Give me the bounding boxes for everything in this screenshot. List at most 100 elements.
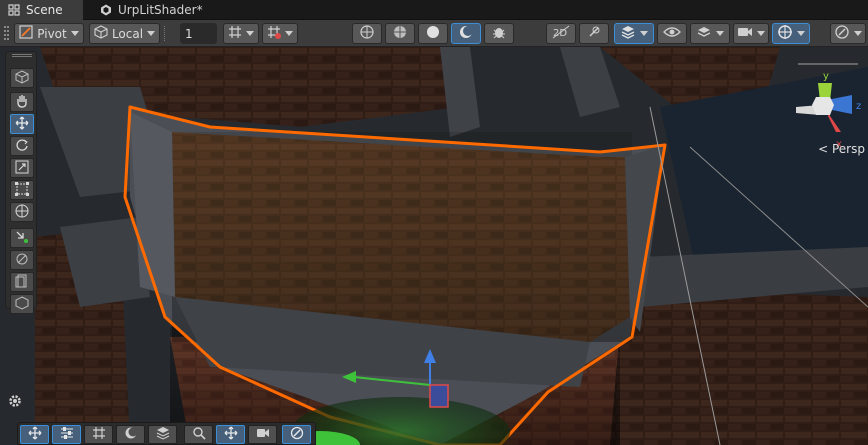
box-icon (15, 295, 29, 313)
bottom-transform-button[interactable] (216, 425, 245, 444)
bottom-search-button[interactable] (184, 425, 213, 444)
scale-icon (15, 160, 29, 177)
axis-y-label: y (823, 71, 829, 82)
gizmos-dropdown[interactable] (772, 23, 810, 44)
chevron-down-icon (797, 31, 805, 36)
transform-icon (15, 204, 29, 221)
projection-label[interactable]: < Persp (818, 142, 865, 156)
layers-icon (696, 24, 712, 43)
grid-icon (8, 4, 20, 16)
move-arrows-icon (28, 426, 42, 443)
2d-icon: 2D (552, 25, 570, 42)
pivot-dropdown[interactable]: Pivot (14, 23, 84, 44)
view-tool-button[interactable] (10, 68, 34, 88)
bottom-compass-button[interactable] (282, 425, 311, 444)
compass-icon (834, 24, 850, 43)
transform-tool-button[interactable] (10, 202, 34, 222)
hand-icon (15, 94, 29, 111)
bottom-layers-button[interactable] (148, 425, 177, 444)
scene-effects-dropdown[interactable] (614, 23, 654, 44)
scene-render (0, 47, 868, 445)
lighting-toggle-button[interactable] (579, 23, 609, 44)
space-label: Local (111, 26, 144, 41)
snap-value: 1 (185, 26, 193, 41)
space-dropdown[interactable]: Local (89, 23, 160, 44)
move-tool-button[interactable] (10, 114, 34, 134)
bottom-lit-button[interactable] (116, 425, 145, 444)
bottom-grid-button[interactable] (84, 425, 113, 444)
chevron-down-icon (640, 31, 648, 36)
layers-stack-icon (156, 426, 170, 443)
eye-icon (663, 26, 681, 41)
grid-snap-dropdown[interactable] (223, 23, 259, 44)
shaded-wireframe-button[interactable] (385, 23, 415, 44)
lit-shading-button[interactable] (451, 23, 481, 44)
unity-icon (100, 4, 112, 16)
cube-icon (94, 25, 108, 42)
debug-draw-mode-button[interactable] (484, 23, 514, 44)
scene-toolbar: Pivot Local 1 2D (0, 20, 868, 47)
gear-icon[interactable] (8, 394, 22, 408)
occlusion-tool-button[interactable] (10, 272, 34, 292)
draw-mode-layers-dropdown[interactable] (690, 23, 730, 44)
chevron-down-icon (147, 31, 156, 36)
shaded-button[interactable] (418, 23, 448, 44)
probe-icon (15, 252, 29, 269)
tab-urplitshader[interactable]: UrpLitShader* (92, 0, 212, 20)
sliders-icon (60, 426, 74, 443)
camera-settings-dropdown[interactable] (733, 23, 769, 44)
wireframe-shading-button[interactable] (352, 23, 382, 44)
camera-icon (737, 26, 753, 41)
bug-icon (491, 24, 507, 43)
overlay-grip-icon (12, 54, 32, 57)
svg-text:2D: 2D (553, 28, 567, 39)
chevron-down-icon (285, 31, 293, 36)
grid-snap-icon (228, 25, 242, 42)
snap-grid-icon (267, 25, 281, 42)
bottom-move-button[interactable] (20, 425, 49, 444)
hand-tool-button[interactable] (10, 92, 34, 112)
toolbar-grip-icon (4, 26, 10, 41)
2d-toggle-button[interactable]: 2D (546, 23, 576, 44)
probe-tool-button[interactable] (10, 250, 34, 270)
scale-tool-button[interactable] (10, 158, 34, 178)
cube-icon (15, 69, 29, 87)
chevron-down-icon (70, 31, 79, 36)
tools-overlay (5, 51, 37, 314)
chevron-down-icon (246, 31, 254, 36)
move-arrows-icon (15, 116, 29, 133)
search-icon (192, 426, 206, 443)
tab-bar: Scene UrpLitShader* (0, 0, 868, 20)
grid-snap-icon (92, 426, 106, 443)
camera-icon (256, 426, 270, 443)
view-options-dropdown[interactable] (830, 23, 866, 44)
rotate-tool-button[interactable] (10, 136, 34, 156)
gizmo-icon (777, 24, 793, 43)
panel-icon (15, 274, 29, 291)
move-arrows-icon (224, 426, 238, 443)
bottom-overlay-toolbar (17, 422, 316, 445)
pivot-label: Pivot (37, 26, 67, 41)
pivot-icon (19, 25, 33, 42)
chevron-down-icon (716, 31, 724, 36)
rect-tool-button[interactable] (10, 180, 34, 200)
bounds-tool-button[interactable] (10, 294, 34, 314)
scene-visibility-button[interactable] (657, 23, 687, 44)
axis-z-label: z (856, 101, 861, 112)
tab-urplitshader-label: UrpLitShader* (118, 3, 203, 17)
snap-increment-field[interactable]: 1 (180, 23, 217, 44)
rect-transform-icon (15, 181, 29, 199)
shaded-wireframe-sphere-icon (392, 24, 408, 43)
moon-icon (458, 24, 474, 43)
wireframe-sphere-icon (359, 24, 375, 43)
scene-viewport[interactable]: y z x < Persp (0, 47, 868, 445)
custom-tool-button[interactable] (10, 228, 34, 248)
bottom-camera-button[interactable] (248, 425, 277, 444)
rotate-icon (15, 138, 29, 155)
tab-scene[interactable]: Scene (0, 0, 83, 20)
bottom-settings-button[interactable] (52, 425, 81, 444)
chevron-down-icon (757, 31, 765, 36)
increment-snap-dropdown[interactable] (262, 23, 298, 44)
light-off-icon (586, 24, 602, 43)
pivot-edit-icon (15, 230, 29, 247)
